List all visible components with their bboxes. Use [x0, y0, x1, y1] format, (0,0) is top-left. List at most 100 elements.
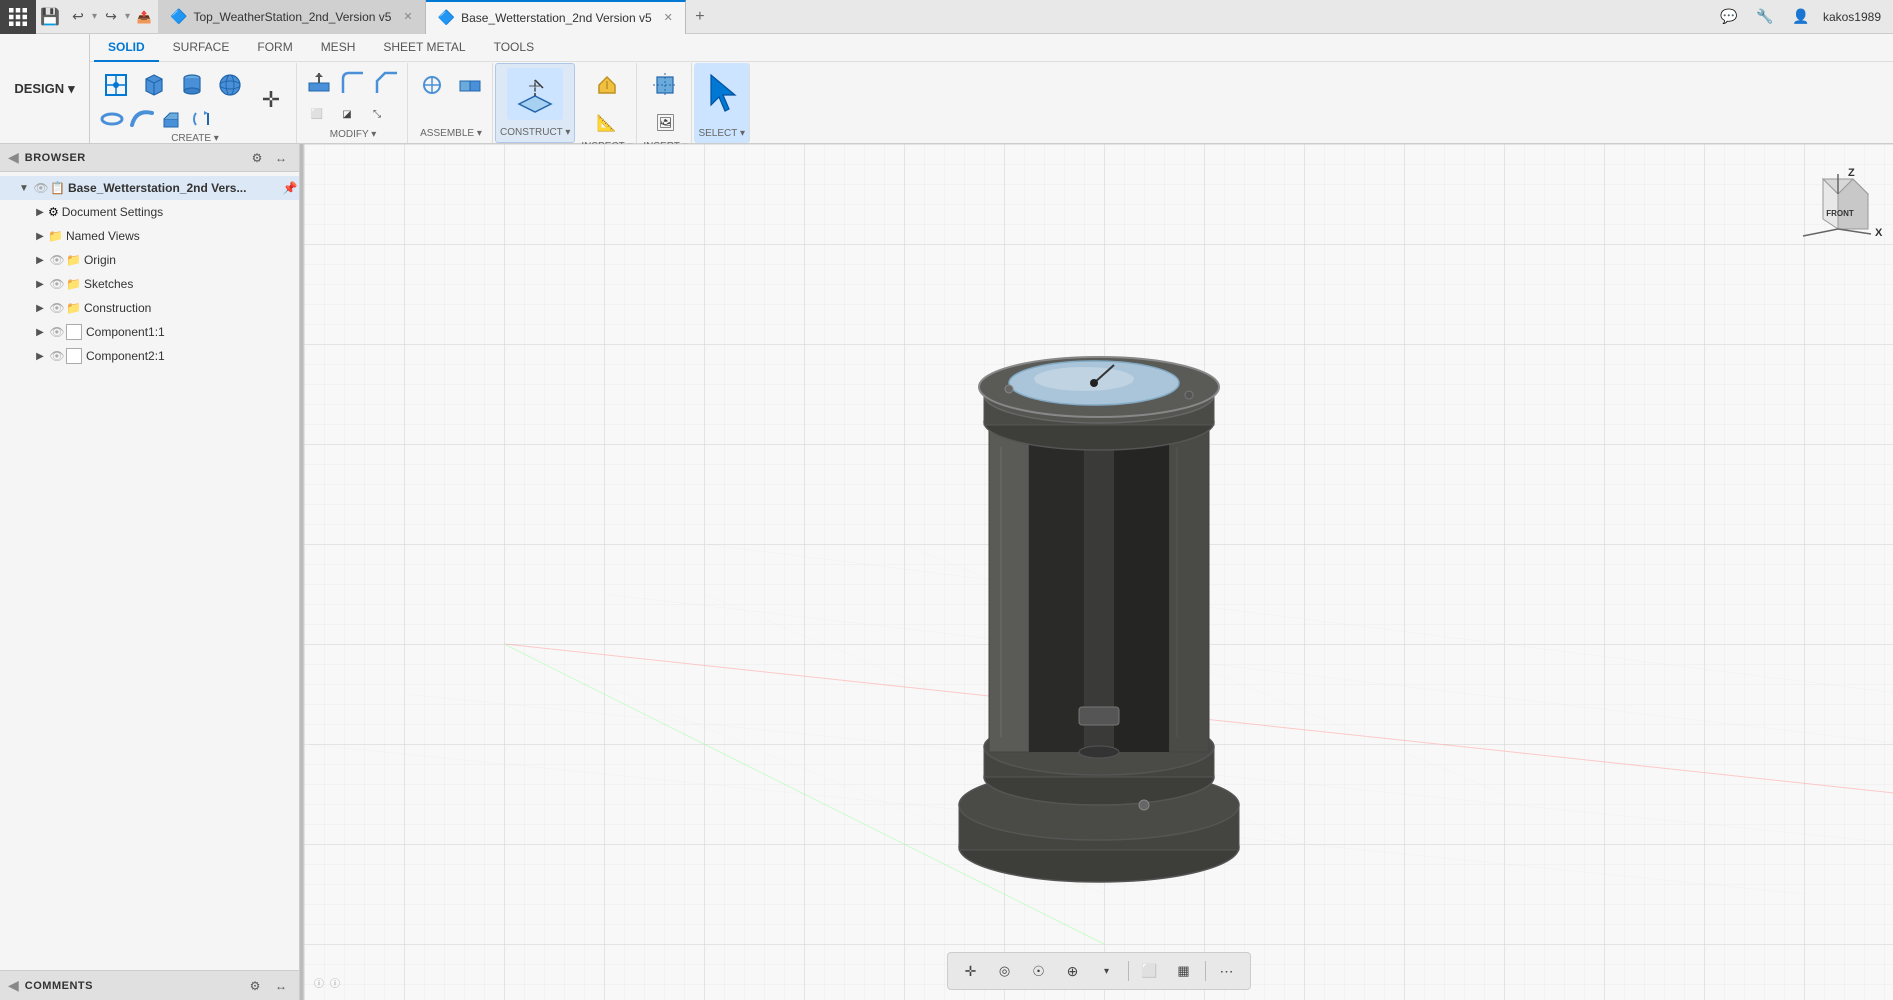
modify-label[interactable]: MODIFY ▾: [330, 129, 377, 140]
vis-icon-sketches[interactable]: 👁: [48, 272, 66, 296]
undo-button[interactable]: ↩: [64, 0, 92, 34]
zoom-button[interactable]: ⊕: [1058, 957, 1088, 985]
tree-item-construction[interactable]: ▶ 👁 📁 Construction: [0, 296, 299, 320]
expand-component2[interactable]: ▶: [32, 344, 48, 368]
move-gizmo-button[interactable]: ✛: [250, 79, 292, 121]
help-button[interactable]: 🔧: [1751, 0, 1779, 34]
pipe-button[interactable]: [128, 105, 156, 133]
scale-button[interactable]: ⤡: [363, 101, 391, 129]
press-pull-button[interactable]: [303, 67, 335, 99]
tab-mesh[interactable]: MESH: [307, 34, 370, 62]
view-cube[interactable]: Z X FRONT: [1793, 164, 1873, 244]
expand-named-views[interactable]: ▶: [32, 224, 48, 248]
coordinates-display: ⓘ ⓘ: [314, 979, 340, 990]
cylinder-button[interactable]: [174, 67, 210, 103]
expand-origin[interactable]: ▶: [32, 248, 48, 272]
move-pan-button[interactable]: ✛: [956, 957, 986, 985]
titlebar: 💾 ↩ ▾ ↪ ▾ 📤 🔷 Top_WeatherStation_2nd_Ver…: [0, 0, 1893, 34]
tree-item-root[interactable]: ▼ 👁 📋 Base_Wetterstation_2nd Vers... 📌: [0, 176, 299, 200]
expand-sketches[interactable]: ▶: [32, 272, 48, 296]
sidebar-header: ◀ BROWSER ⚙ ↔: [0, 144, 299, 172]
display-settings-button[interactable]: ⬜: [1135, 957, 1165, 985]
viewport[interactable]: Z X FRONT ✛ ◎ ☉ ⊕: [304, 144, 1893, 1000]
vis-icon-construction[interactable]: 👁: [48, 296, 66, 320]
construction-folder-icon: 📁: [66, 301, 81, 315]
tree-item-component1[interactable]: ▶ 👁 Component1:1: [0, 320, 299, 344]
construct-label[interactable]: CONSTRUCT ▾: [500, 127, 570, 138]
tree-item-named-views[interactable]: ▶ 📁 Named Views: [0, 224, 299, 248]
create-label[interactable]: CREATE ▾: [171, 133, 219, 144]
select-label[interactable]: SELECT ▾: [698, 128, 745, 139]
revolve-button[interactable]: [188, 105, 216, 133]
checkbox-component1[interactable]: [66, 324, 82, 340]
design-button[interactable]: DESIGN ▾: [0, 34, 90, 143]
profile-button[interactable]: 👤: [1787, 0, 1815, 34]
close-tab-1[interactable]: ✕: [403, 10, 412, 23]
assemble-icon2[interactable]: [452, 67, 488, 103]
expand-doc-settings[interactable]: ▶: [32, 200, 48, 224]
comments-settings-button[interactable]: ⚙: [245, 976, 265, 996]
insert-icon2[interactable]: 🖼: [647, 105, 683, 141]
sidebar-expand-button[interactable]: ↔: [271, 148, 291, 168]
extrude-button[interactable]: [158, 105, 186, 133]
bottom-sep-2: [1205, 961, 1206, 981]
sidebar-settings-button[interactable]: ⚙: [247, 148, 267, 168]
tab-base-wetter[interactable]: 🔷 Base_Wetterstation_2nd Version v5 ✕: [426, 0, 686, 34]
design-arrow: ▾: [68, 81, 75, 97]
notifications-button[interactable]: 💬: [1715, 0, 1743, 34]
save-to-cloud-button[interactable]: 📤: [130, 0, 158, 34]
comments-expand-button[interactable]: ↔: [271, 976, 291, 996]
checkbox-component2[interactable]: [66, 348, 82, 364]
more-options-button[interactable]: ⋯: [1212, 957, 1242, 985]
new-tab-button[interactable]: +: [686, 0, 714, 34]
tree-item-origin[interactable]: ▶ 👁 📁 Origin: [0, 248, 299, 272]
box-button[interactable]: [136, 67, 172, 103]
draft-button[interactable]: ◪: [333, 101, 361, 129]
orbit-button[interactable]: ☉: [1024, 957, 1054, 985]
expand-component1[interactable]: ▶: [32, 320, 48, 344]
inspect-icon2[interactable]: 📐: [589, 105, 625, 141]
zoom-dropdown[interactable]: ▾: [1092, 957, 1122, 985]
new-component-button[interactable]: [98, 67, 134, 103]
tree-item-doc-settings[interactable]: ▶ ⚙ Document Settings: [0, 200, 299, 224]
construct-plane-button[interactable]: [507, 68, 563, 120]
redo-button[interactable]: ↪: [97, 0, 125, 34]
tab-tools[interactable]: TOOLS: [480, 34, 548, 62]
sphere-button[interactable]: [212, 67, 248, 103]
save-button[interactable]: 💾: [36, 0, 64, 34]
expand-root[interactable]: ▼: [16, 176, 32, 200]
comments-panel[interactable]: ◀ COMMENTS ⚙ ↔: [0, 970, 299, 1000]
fillet-button[interactable]: [337, 67, 369, 99]
select-icon[interactable]: [701, 67, 743, 115]
tab-bar: 🔷 Top_WeatherStation_2nd_Version v5 ✕ 🔷 …: [158, 0, 1703, 34]
sidebar-collapse-icon[interactable]: ◀: [8, 149, 19, 166]
expand-construction[interactable]: ▶: [32, 296, 48, 320]
look-at-button[interactable]: ◎: [990, 957, 1020, 985]
assemble-label[interactable]: ASSEMBLE ▾: [420, 128, 482, 139]
tab-sheet-metal[interactable]: SHEET METAL: [369, 34, 479, 62]
construct-label-text: CONSTRUCT ▾: [500, 127, 570, 138]
insert-icon1[interactable]: [647, 67, 683, 103]
tab-top-weather[interactable]: 🔷 Top_WeatherStation_2nd_Version v5 ✕: [158, 0, 426, 34]
sketches-folder-icon: 📁: [66, 277, 81, 291]
vis-icon-component2[interactable]: 👁: [48, 344, 66, 368]
app-grid-button[interactable]: [0, 0, 36, 34]
tab-label-2: Base_Wetterstation_2nd Version v5: [461, 11, 652, 25]
pin-icon-root[interactable]: 📌: [281, 176, 299, 200]
tab-form[interactable]: FORM: [243, 34, 306, 62]
vis-icon-root[interactable]: 👁: [32, 176, 50, 200]
assemble-icon1[interactable]: [414, 67, 450, 103]
inspect-icon1[interactable]: [589, 67, 625, 103]
tree-item-component2[interactable]: ▶ 👁 Component2:1: [0, 344, 299, 368]
tab-surface[interactable]: SURFACE: [159, 34, 244, 62]
grid-settings-button[interactable]: ▦: [1169, 957, 1199, 985]
shell-button[interactable]: ⬜: [303, 101, 331, 129]
vis-icon-origin[interactable]: 👁: [48, 248, 66, 272]
tree-item-sketches[interactable]: ▶ 👁 📁 Sketches: [0, 272, 299, 296]
toolbar-groups: SOLID SURFACE FORM MESH SHEET METAL TOOL…: [90, 34, 1893, 143]
chamfer-button[interactable]: [371, 67, 403, 99]
torus-button[interactable]: [98, 105, 126, 133]
vis-icon-component1[interactable]: 👁: [48, 320, 66, 344]
tab-solid[interactable]: SOLID: [94, 34, 159, 62]
close-tab-2[interactable]: ✕: [664, 11, 673, 24]
